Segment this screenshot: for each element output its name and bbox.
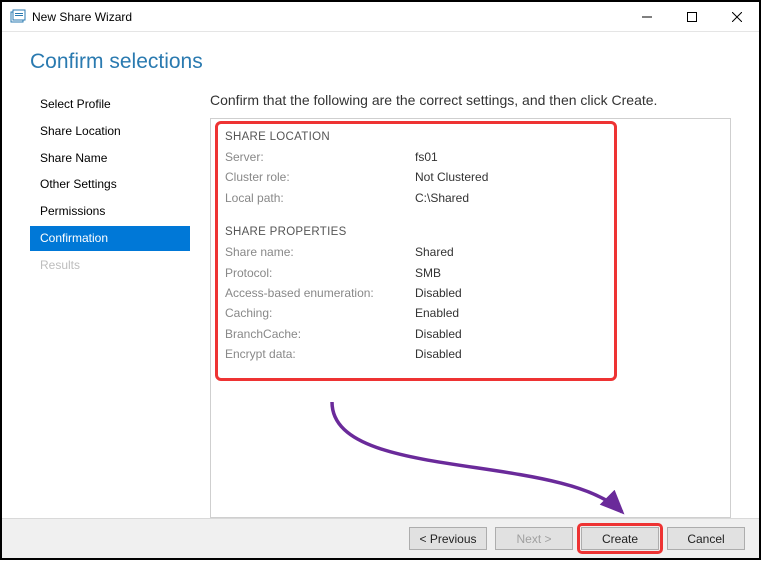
title-bar: New Share Wizard — [2, 2, 759, 32]
minimize-button[interactable] — [624, 2, 669, 32]
nav-share-name[interactable]: Share Name — [30, 146, 190, 171]
nav-confirmation[interactable]: Confirmation — [30, 226, 190, 251]
row-local-path: Local path: C:\Shared — [225, 188, 716, 208]
value-cluster-role: Not Clustered — [415, 167, 488, 187]
content-area: Confirm selections Select Profile Share … — [2, 32, 759, 518]
label-local-path: Local path: — [225, 188, 415, 208]
value-caching: Enabled — [415, 303, 459, 323]
value-local-path: C:\Shared — [415, 188, 469, 208]
label-protocol: Protocol: — [225, 263, 415, 283]
window-title: New Share Wizard — [32, 10, 132, 24]
row-share-name: Share name: Shared — [225, 242, 716, 262]
app-icon — [10, 9, 26, 25]
label-abe: Access-based enumeration: — [225, 283, 415, 303]
nav-other-settings[interactable]: Other Settings — [30, 172, 190, 197]
nav-select-profile[interactable]: Select Profile — [30, 92, 190, 117]
value-encrypt: Disabled — [415, 344, 462, 364]
row-encrypt: Encrypt data: Disabled — [225, 344, 716, 364]
value-protocol: SMB — [415, 263, 441, 283]
instruction-text: Confirm that the following are the corre… — [210, 92, 731, 108]
label-server: Server: — [225, 147, 415, 167]
close-button[interactable] — [714, 2, 759, 32]
value-abe: Disabled — [415, 283, 462, 303]
right-pane: Confirm that the following are the corre… — [210, 92, 731, 518]
create-button[interactable]: Create — [581, 527, 659, 550]
value-branchcache: Disabled — [415, 324, 462, 344]
row-caching: Caching: Enabled — [225, 303, 716, 323]
maximize-button[interactable] — [669, 2, 714, 32]
previous-button[interactable]: < Previous — [409, 527, 487, 550]
nav-results: Results — [30, 253, 190, 278]
label-caching: Caching: — [225, 303, 415, 323]
row-protocol: Protocol: SMB — [225, 263, 716, 283]
page-title: Confirm selections — [30, 50, 731, 74]
main-row: Select Profile Share Location Share Name… — [30, 92, 731, 518]
row-server: Server: fs01 — [225, 147, 716, 167]
next-button: Next > — [495, 527, 573, 550]
nav-share-location[interactable]: Share Location — [30, 119, 190, 144]
value-share-name: Shared — [415, 242, 454, 262]
row-branchcache: BranchCache: Disabled — [225, 324, 716, 344]
row-abe: Access-based enumeration: Disabled — [225, 283, 716, 303]
value-server: fs01 — [415, 147, 438, 167]
label-encrypt: Encrypt data: — [225, 344, 415, 364]
share-location-heading: SHARE LOCATION — [225, 131, 716, 143]
row-cluster-role: Cluster role: Not Clustered — [225, 167, 716, 187]
label-cluster-role: Cluster role: — [225, 167, 415, 187]
nav-permissions[interactable]: Permissions — [30, 199, 190, 224]
label-branchcache: BranchCache: — [225, 324, 415, 344]
wizard-sidebar: Select Profile Share Location Share Name… — [30, 92, 190, 518]
settings-panel: SHARE LOCATION Server: fs01 Cluster role… — [210, 118, 731, 518]
button-bar: < Previous Next > Create Cancel — [2, 518, 759, 558]
label-share-name: Share name: — [225, 242, 415, 262]
share-properties-heading: SHARE PROPERTIES — [225, 226, 716, 238]
cancel-button[interactable]: Cancel — [667, 527, 745, 550]
